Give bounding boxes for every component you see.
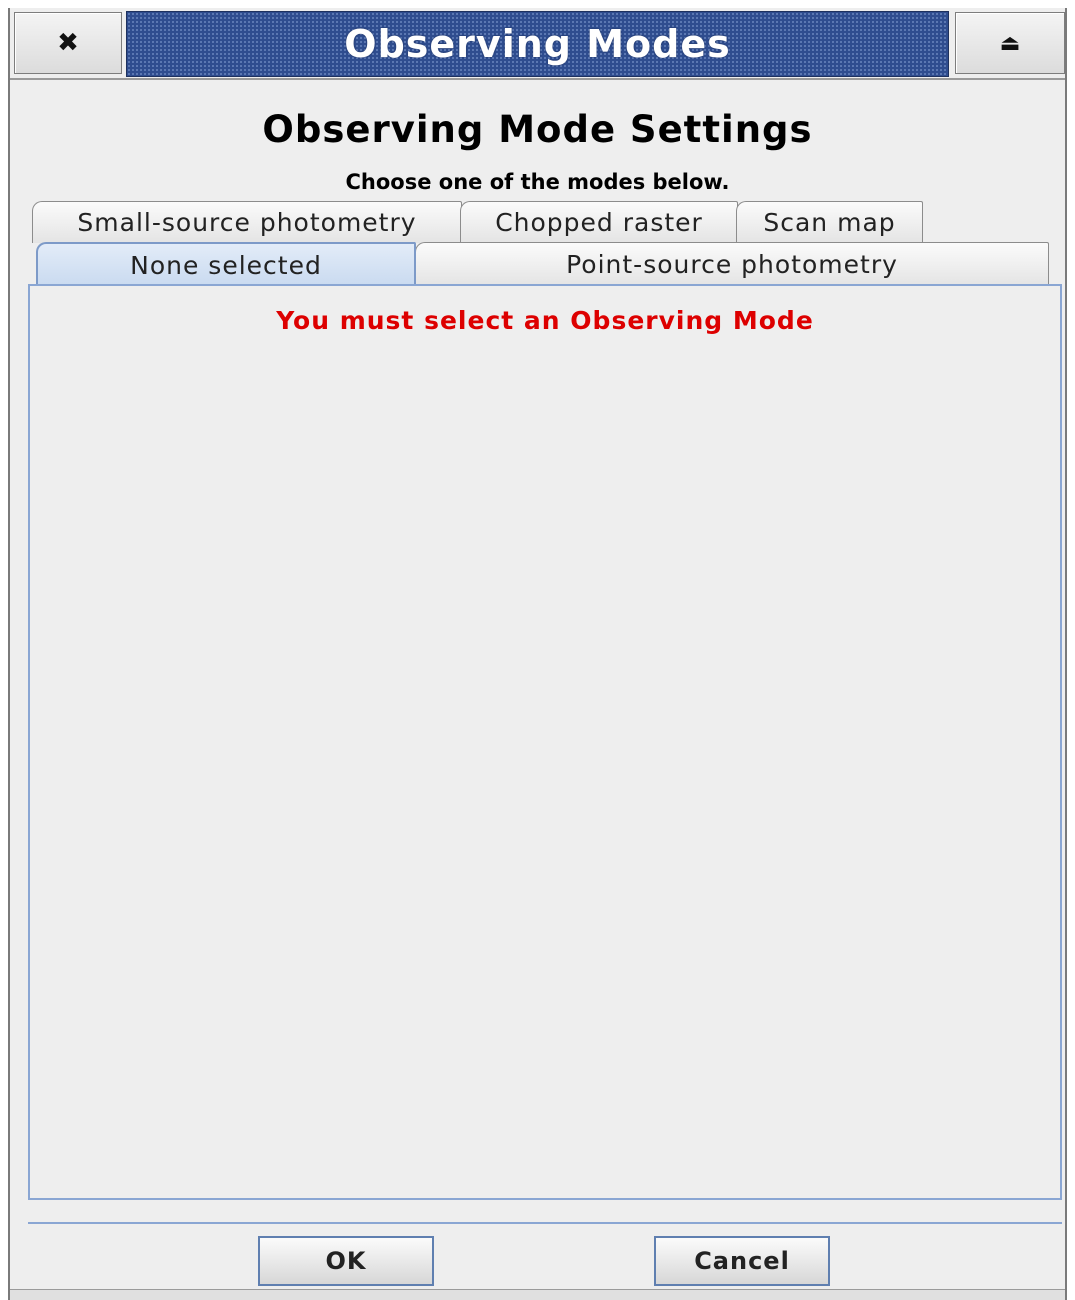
- close-icon: ✖: [57, 28, 79, 58]
- window-bottom-edge: [10, 1289, 1065, 1300]
- page-title: Observing Mode Settings: [262, 108, 813, 151]
- page-subtitle: Choose one of the modes below.: [345, 170, 730, 194]
- warning-message: You must select an Observing Mode: [276, 306, 814, 335]
- tab-scan-map[interactable]: Scan map: [736, 201, 923, 243]
- title-bar[interactable]: Observing Modes: [126, 11, 949, 77]
- tab-content-panel: You must select an Observing Mode: [28, 284, 1062, 1200]
- tab-label: Chopped raster: [495, 208, 703, 237]
- tab-small-source-photometry[interactable]: Small-source photometry: [32, 201, 462, 243]
- ok-button[interactable]: OK: [258, 1236, 434, 1286]
- tab-chopped-raster[interactable]: Chopped raster: [460, 201, 738, 243]
- close-button[interactable]: ✖: [14, 12, 122, 74]
- tab-label: Scan map: [763, 208, 896, 237]
- eject-icon: ⏏: [999, 30, 1021, 56]
- ok-label: OK: [325, 1247, 367, 1275]
- cancel-label: Cancel: [694, 1247, 790, 1275]
- tab-label: Point-source photometry: [566, 250, 898, 279]
- tab-label: None selected: [130, 250, 322, 280]
- shade-button[interactable]: ⏏: [955, 12, 1065, 74]
- tab-point-source-photometry[interactable]: Point-source photometry: [415, 242, 1049, 286]
- title-separator: [10, 78, 1065, 80]
- cancel-button[interactable]: Cancel: [654, 1236, 830, 1286]
- tab-none-selected[interactable]: None selected: [36, 242, 416, 286]
- button-separator: [28, 1222, 1062, 1224]
- tab-label: Small-source photometry: [77, 208, 417, 237]
- window-title: Observing Modes: [344, 22, 731, 66]
- dialog-window: ✖ Observing Modes ⏏ Observing Mode Setti…: [8, 8, 1067, 1300]
